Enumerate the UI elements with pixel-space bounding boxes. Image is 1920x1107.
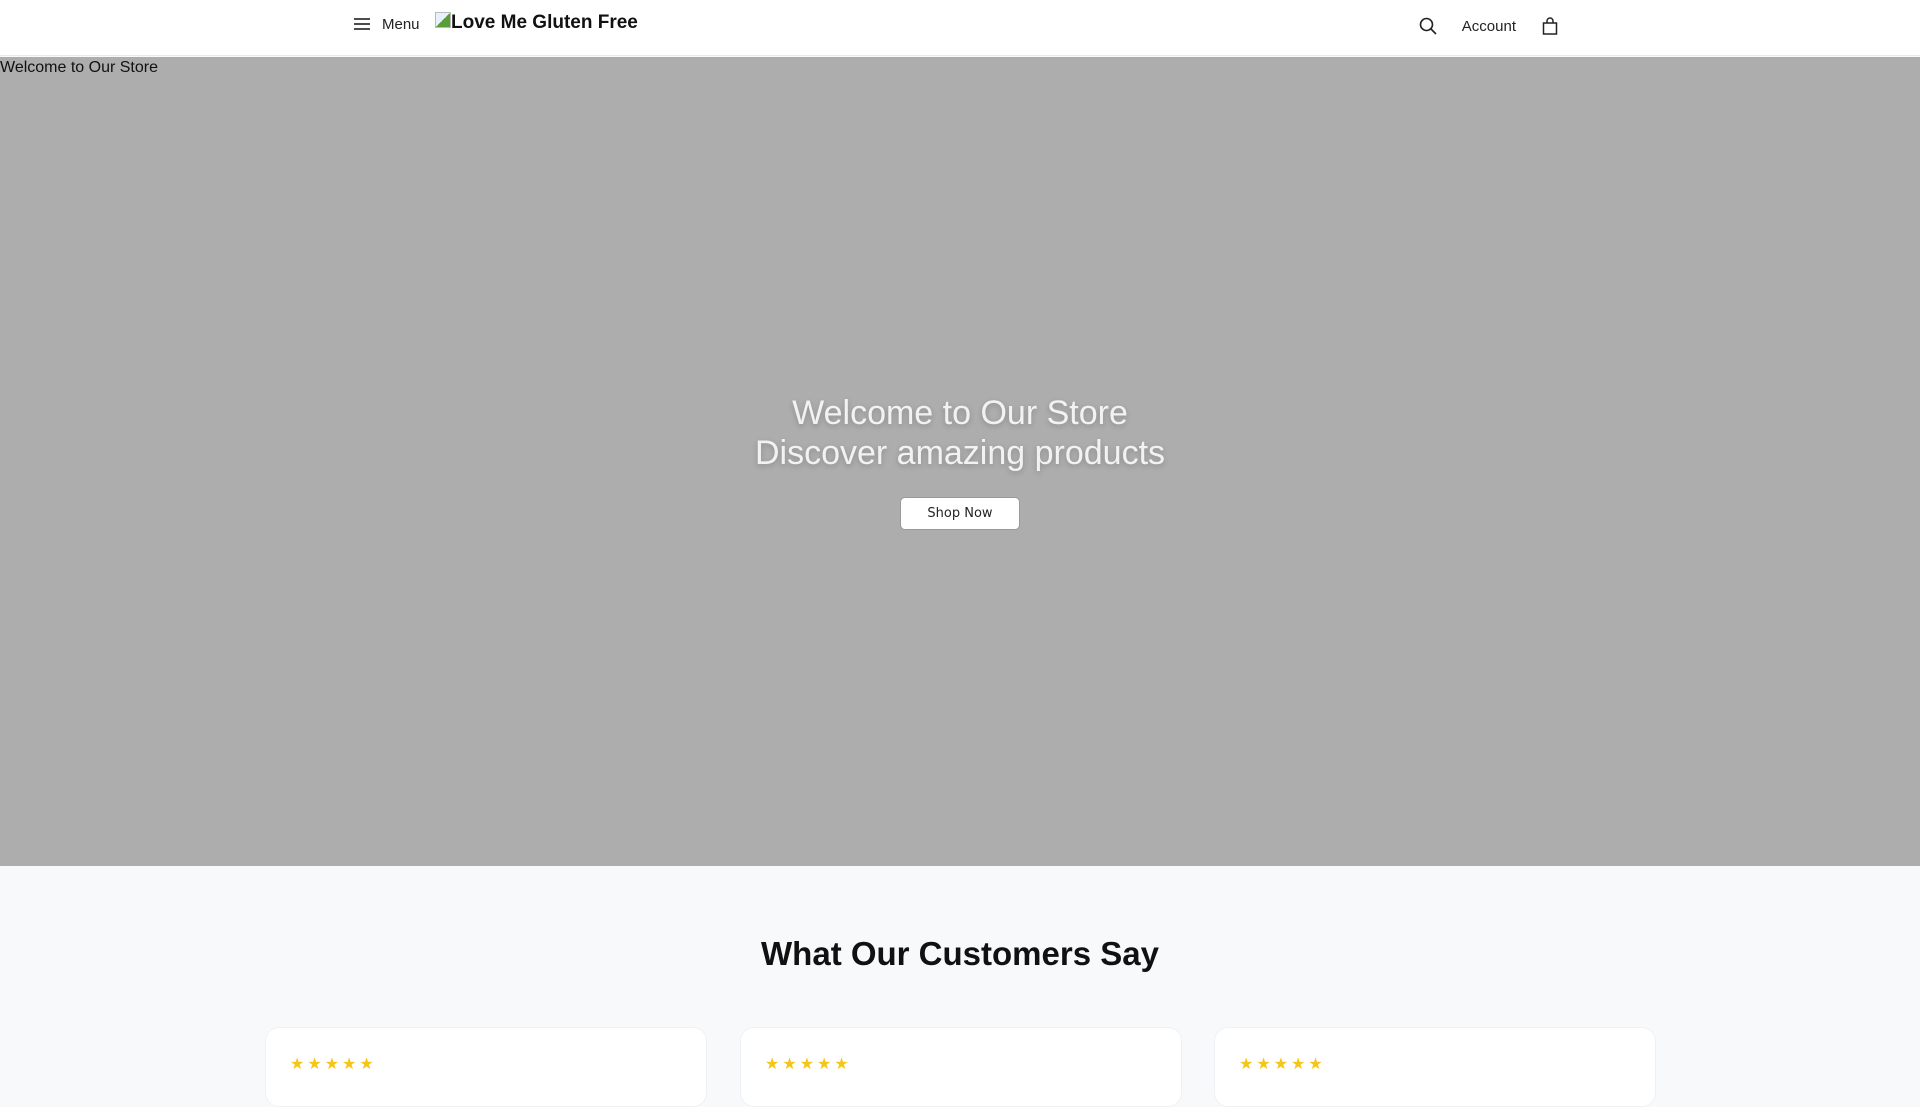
star-rating: ★★★★★ bbox=[1239, 1056, 1326, 1073]
hero-title: Welcome to Our Store bbox=[792, 394, 1128, 432]
menu-label: Menu bbox=[382, 15, 420, 33]
account-link[interactable]: Account bbox=[1462, 18, 1516, 35]
testimonial-card: ★★★★★ bbox=[1214, 1027, 1656, 1107]
hamburger-icon bbox=[354, 18, 370, 30]
hero-banner: Welcome to Our Store Welcome to Our Stor… bbox=[0, 57, 1920, 866]
testimonial-card: ★★★★★ bbox=[740, 1027, 1182, 1107]
search-icon[interactable] bbox=[1418, 16, 1438, 36]
star-rating: ★★★★★ bbox=[290, 1056, 377, 1073]
site-header: Menu Love Me Gluten Free Account bbox=[0, 0, 1920, 56]
broken-image-icon bbox=[435, 12, 451, 28]
testimonial-card: ★★★★★ bbox=[265, 1027, 707, 1107]
hero-subtitle: Discover amazing products bbox=[754, 434, 1166, 472]
shopping-bag-icon[interactable] bbox=[1540, 16, 1560, 36]
star-rating: ★★★★★ bbox=[765, 1056, 852, 1073]
logo-link[interactable]: Love Me Gluten Free bbox=[435, 12, 638, 34]
logo-alt-text: Love Me Gluten Free bbox=[451, 12, 638, 33]
menu-button[interactable]: Menu bbox=[352, 14, 420, 34]
hero-image-alt: Welcome to Our Store bbox=[0, 59, 158, 76]
testimonials-title: What Our Customers Say bbox=[761, 935, 1159, 972]
shop-now-button[interactable]: Shop Now bbox=[900, 497, 1020, 530]
